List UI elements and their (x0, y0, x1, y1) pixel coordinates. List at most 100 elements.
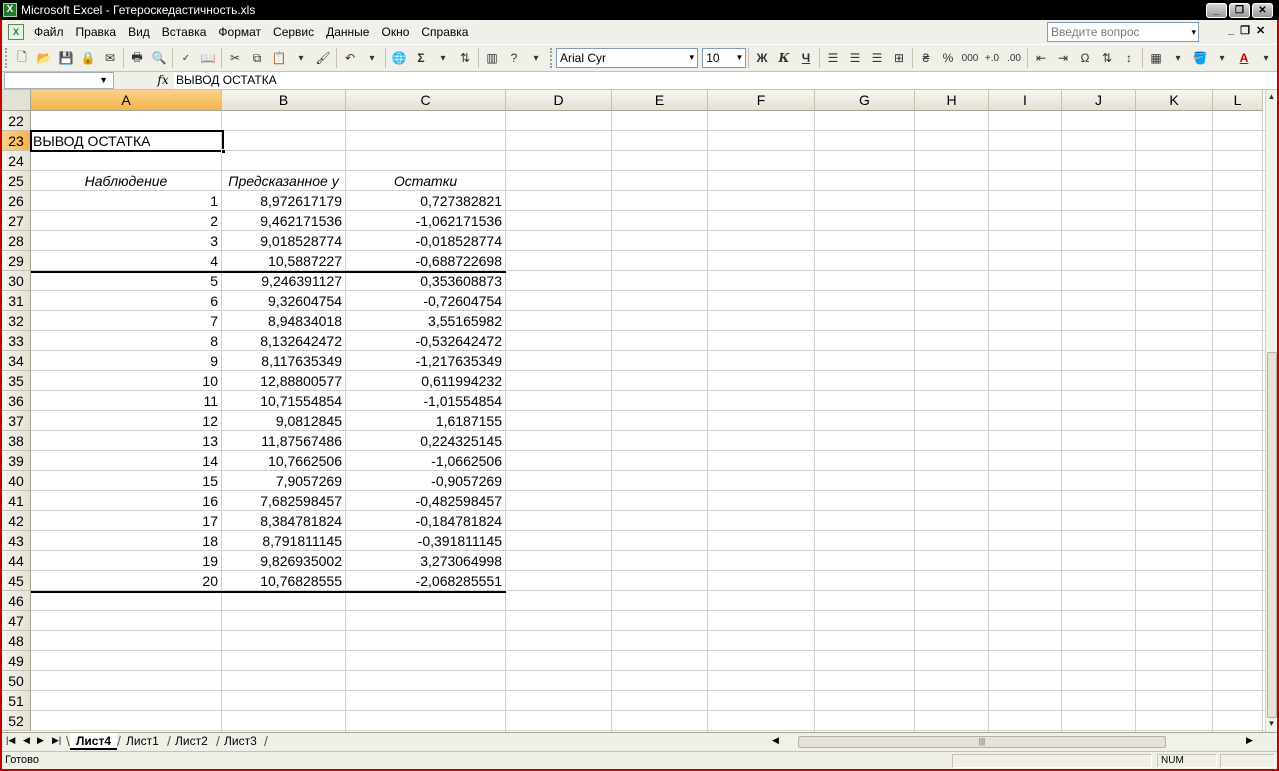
tab-sheet4[interactable]: Лист4 (70, 733, 118, 750)
formula-input[interactable]: ВЫВОД ОСТАТКА (174, 72, 1277, 89)
table-cell[interactable]: 14 (31, 451, 221, 471)
bold-button[interactable]: Ж (751, 47, 773, 69)
column-header-f[interactable]: F (708, 90, 815, 111)
menu-view[interactable]: Вид (122, 20, 156, 44)
chevron-down-icon[interactable]: ▾ (290, 47, 312, 69)
row-header-37[interactable]: 37 (2, 411, 31, 431)
row-header-23[interactable]: 23 (2, 131, 31, 151)
print-preview-icon[interactable]: 🔍 (148, 47, 170, 69)
name-box[interactable]: ▼ (4, 72, 114, 89)
restore-button[interactable]: ❐ (1229, 2, 1250, 18)
font-name-select[interactable]: Arial Cyr ▼ (556, 48, 699, 68)
table-cell[interactable]: 8 (31, 331, 221, 351)
table-cell[interactable]: 15 (31, 471, 221, 491)
row-header-28[interactable]: 28 (2, 231, 31, 251)
table-cell[interactable]: 0,353608873 (346, 271, 505, 291)
table-cell[interactable]: 7 (31, 311, 221, 331)
row-header-34[interactable]: 34 (2, 351, 31, 371)
column-header-j[interactable]: J (1062, 90, 1136, 111)
chevron-down-icon[interactable]: ▾ (1255, 47, 1277, 69)
chevron-down-icon[interactable]: ▾ (525, 47, 547, 69)
column-header-a[interactable]: A (31, 90, 222, 111)
row-header-46[interactable]: 46 (2, 591, 31, 611)
table-cell[interactable]: 10,76828555 (222, 571, 345, 591)
scroll-down-icon[interactable]: ▼ (1266, 717, 1277, 731)
table-cell[interactable]: 10,5887227 (222, 251, 345, 271)
column-header-d[interactable]: D (506, 90, 612, 111)
scroll-right-icon[interactable]: ▶ (1246, 735, 1253, 746)
borders-icon[interactable]: ▦ (1145, 47, 1167, 69)
chevron-down-icon[interactable]: ▾ (1167, 47, 1189, 69)
row-header-30[interactable]: 30 (2, 271, 31, 291)
toolbar-grip[interactable] (550, 48, 553, 68)
row-header-43[interactable]: 43 (2, 531, 31, 551)
table-cell[interactable]: 3,273064998 (346, 551, 505, 571)
spelling-icon[interactable]: ✓ (175, 47, 197, 69)
currency-icon[interactable]: ₴ (915, 47, 937, 69)
column-header-l[interactable]: L (1213, 90, 1263, 111)
table-cell[interactable]: -2,068285551 (346, 571, 505, 591)
row-header-40[interactable]: 40 (2, 471, 31, 491)
table-cell[interactable]: 7,682598457 (222, 491, 345, 511)
chevron-down-icon[interactable]: ▾ (1211, 47, 1233, 69)
undo-icon[interactable]: ↶ (339, 47, 361, 69)
vertical-scrollbar[interactable]: ▲ ▼ (1265, 90, 1277, 732)
row-header-31[interactable]: 31 (2, 291, 31, 311)
symbol-button[interactable]: Ω (1074, 47, 1096, 69)
align-left-icon[interactable]: ☰ (822, 47, 844, 69)
table-cell[interactable]: -1,01554854 (346, 391, 505, 411)
table-cell[interactable]: 8,791811145 (222, 531, 345, 551)
underline-button[interactable]: Ч (795, 47, 817, 69)
row-header-41[interactable]: 41 (2, 491, 31, 511)
help-icon[interactable]: ? (503, 47, 525, 69)
table-cell[interactable]: -1,062171536 (346, 211, 505, 231)
table-cell[interactable]: 2 (31, 211, 221, 231)
table-cell[interactable]: 11,87567486 (222, 431, 345, 451)
table-cell[interactable]: 9,0812845 (222, 411, 345, 431)
tab-sheet1[interactable]: Лист1 (120, 733, 165, 750)
fill-color-icon[interactable]: 🪣 (1189, 47, 1211, 69)
table-cell[interactable]: 1,6187155 (346, 411, 505, 431)
chart-wizard-icon[interactable]: ▥ (481, 47, 503, 69)
table-cell[interactable]: 8,94834018 (222, 311, 345, 331)
percent-button[interactable]: % (937, 47, 959, 69)
excel-app-icon[interactable]: X (3, 3, 17, 17)
align-right-icon[interactable]: ☰ (866, 47, 888, 69)
table-cell[interactable]: 9,246391127 (222, 271, 345, 291)
horizontal-scrollbar[interactable]: ◀ ||| ▶ (772, 735, 1255, 749)
table-cell[interactable]: 7,9057269 (222, 471, 345, 491)
doc-minimize-button[interactable]: _ (1228, 24, 1234, 37)
help-question-input[interactable]: Введите вопрос ▾ (1047, 22, 1199, 42)
table-cell[interactable]: 16 (31, 491, 221, 511)
table-cell[interactable]: -1,217635349 (346, 351, 505, 371)
table-cell[interactable]: 10,71554854 (222, 391, 345, 411)
row-header-25[interactable]: 25 (2, 171, 31, 191)
last-sheet-icon[interactable]: ▶| (52, 735, 61, 746)
chevron-down-icon[interactable]: ▾ (432, 47, 454, 69)
table-cell[interactable]: 9,826935002 (222, 551, 345, 571)
paste-icon[interactable]: 📋 (268, 47, 290, 69)
decrease-decimal-icon[interactable]: .00 (1003, 47, 1025, 69)
table-cell[interactable]: 8,384781824 (222, 511, 345, 531)
sort-descending-icon[interactable]: ⇅ (1096, 47, 1118, 69)
row-header-42[interactable]: 42 (2, 511, 31, 531)
decrease-indent-icon[interactable]: ⇤ (1030, 47, 1052, 69)
row-header-24[interactable]: 24 (2, 151, 31, 171)
menu-format[interactable]: Формат (212, 20, 267, 44)
table-cell[interactable]: 6 (31, 291, 221, 311)
column-header-c[interactable]: C (346, 90, 506, 111)
close-button[interactable]: ✕ (1252, 2, 1273, 18)
chevron-down-icon[interactable]: ▼ (99, 73, 108, 88)
table-cell[interactable]: 0,611994232 (346, 371, 505, 391)
row-header-32[interactable]: 32 (2, 311, 31, 331)
menu-file[interactable]: Файл (28, 20, 70, 44)
table-cell[interactable]: 9,32604754 (222, 291, 345, 311)
table-cell[interactable]: 8,117635349 (222, 351, 345, 371)
active-cell-selection[interactable] (30, 130, 226, 154)
table-cell[interactable]: 4 (31, 251, 221, 271)
row-header-29[interactable]: 29 (2, 251, 31, 271)
table-cell[interactable]: -0,482598457 (346, 491, 505, 511)
align-center-icon[interactable]: ☰ (844, 47, 866, 69)
first-sheet-icon[interactable]: |◀ (6, 735, 15, 746)
table-cell[interactable]: 10 (31, 371, 221, 391)
